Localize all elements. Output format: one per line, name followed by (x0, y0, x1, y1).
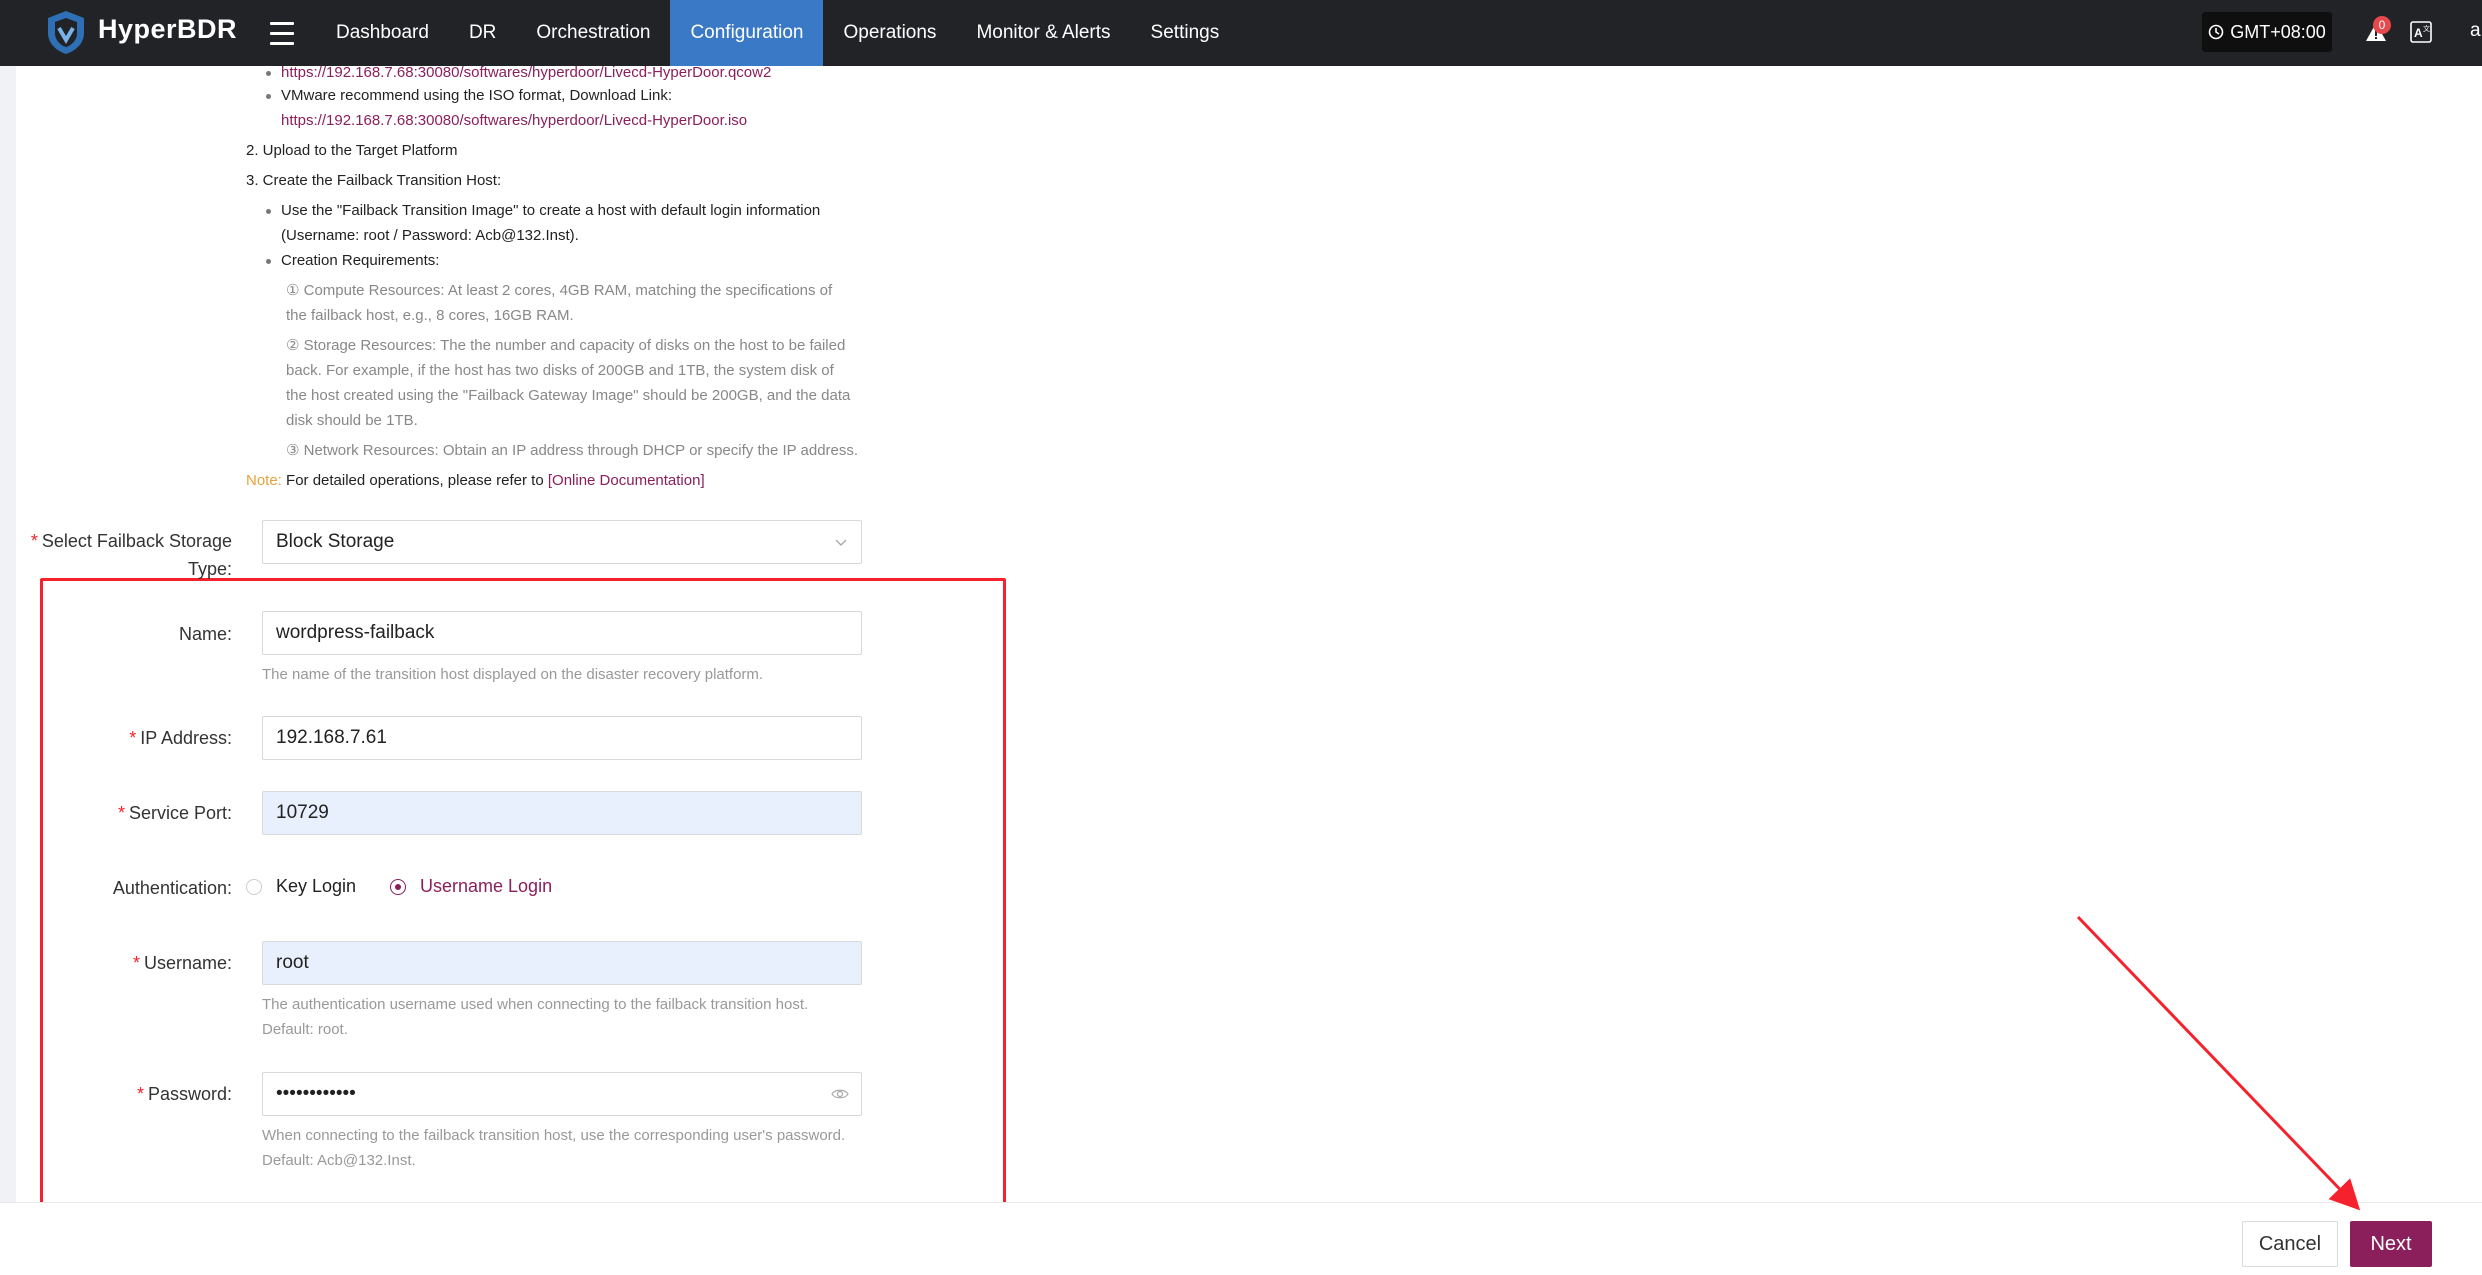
hyperbdr-logo-icon[interactable] (44, 9, 88, 55)
iso-download-link[interactable]: https://192.168.7.68:30080/softwares/hyp… (281, 112, 747, 129)
service-port-value: 10729 (276, 802, 329, 823)
service-port-input[interactable]: 10729 (262, 791, 862, 835)
ip-address-input[interactable]: 192.168.7.61 (262, 716, 862, 760)
radio-key-login-label: Key Login (276, 876, 357, 896)
password-input[interactable]: •••••••••••• (262, 1072, 862, 1116)
username-hint-1: The authentication username used when co… (262, 996, 809, 1013)
nav-dashboard[interactable]: Dashboard (316, 0, 449, 66)
timezone-label: GMT+08:00 (2230, 21, 2326, 42)
radio-key-login-circle[interactable] (246, 878, 262, 895)
authentication-label: Authentication: (112, 878, 232, 898)
top-nav-bar: HyperBDR Dashboard DR Orchestration Conf… (0, 0, 2482, 66)
bullet-image-credentials: (Username: root / Password: Acb@132.Inst… (281, 227, 579, 244)
nav-orchestration[interactable]: Orchestration (516, 0, 670, 66)
cancel-button[interactable]: Cancel (2242, 1221, 2338, 1267)
svg-text:A: A (2414, 26, 2423, 40)
eye-icon[interactable] (831, 1086, 849, 1102)
content-panel: https://192.168.7.68:30080/softwares/hyp… (16, 66, 2482, 1202)
svg-text:文: 文 (2423, 24, 2430, 33)
req-storage-line-3: the host created using the "Failback Gat… (286, 387, 851, 404)
req-compute-line-2: the failback host, e.g., 8 cores, 16GB R… (286, 307, 574, 324)
language-icon[interactable]: A 文 (2410, 21, 2432, 43)
bullet-image-info: Use the "Failback Transition Image" to c… (246, 198, 886, 223)
req-storage-line-4: disk should be 1TB. (286, 412, 418, 429)
req-storage-line-1: ② Storage Resources: The the number and … (286, 337, 846, 354)
clock-icon (2208, 24, 2224, 40)
radio-key-login[interactable]: Key Login (246, 876, 356, 897)
brand-name: HyperBDR (98, 14, 238, 44)
radio-username-login[interactable]: Username Login (390, 876, 552, 897)
password-label: * Password: (136, 1084, 232, 1104)
name-input[interactable]: wordpress-failback (262, 611, 862, 655)
online-documentation-link[interactable]: [Online Documentation] (548, 472, 705, 489)
main-nav: Dashboard DR Orchestration Configuration… (316, 0, 1239, 66)
alert-count-badge: 0 (2373, 16, 2391, 34)
username-value: root (276, 952, 309, 973)
note-label: Note: (246, 472, 282, 489)
ip-address-value: 192.168.7.61 (276, 727, 387, 748)
storage-type-value: Block Storage (276, 531, 395, 552)
username-label: * Username: (132, 953, 232, 973)
note-text: For detailed operations, please refer to (281, 472, 548, 489)
req-compute-line-1: ① Compute Resources: At least 2 cores, 4… (286, 282, 833, 299)
user-menu[interactable]: a (2470, 20, 2481, 42)
req-storage-line-2: back. For example, if the host has two d… (286, 362, 834, 379)
bullet-creation-requirements: Creation Requirements: (246, 248, 886, 273)
menu-toggle-icon[interactable] (270, 18, 294, 48)
note-line: Note: For detailed operations, please re… (246, 468, 886, 493)
req-network-line: ③ Network Resources: Obtain an IP addres… (286, 442, 859, 459)
nav-dr[interactable]: DR (449, 0, 516, 66)
radio-username-login-circle[interactable] (390, 878, 406, 895)
ip-address-label: * IP Address: (129, 728, 232, 748)
vmware-instruction: VMware recommend using the ISO format, D… (246, 83, 886, 108)
nav-settings[interactable]: Settings (1131, 0, 1240, 66)
name-label: Name: (178, 624, 232, 644)
instructions-content: VMware recommend using the ISO format, D… (246, 83, 886, 493)
name-hint: The name of the transition host displaye… (262, 666, 764, 683)
step-3-text: 3. Create the Failback Transition Host: (246, 172, 502, 189)
radio-username-login-label: Username Login (420, 876, 553, 896)
username-hint-2: Default: root. (262, 1021, 348, 1038)
username-input[interactable]: root (262, 941, 862, 985)
password-hint-2: Default: Acb@132.Inst. (262, 1152, 416, 1169)
nav-configuration[interactable]: Configuration (670, 0, 824, 66)
storage-type-label: * Select Failback Storage Type: (30, 531, 232, 579)
name-value: wordpress-failback (276, 622, 435, 643)
password-hint-1: When connecting to the failback transiti… (262, 1127, 846, 1144)
password-value: •••••••••••• (276, 1083, 356, 1104)
next-button[interactable]: Next (2350, 1221, 2432, 1267)
storage-type-select[interactable]: Block Storage (262, 520, 862, 564)
chevron-down-icon (835, 539, 847, 546)
nav-operations[interactable]: Operations (823, 0, 956, 66)
footer-action-bar: Cancel Next (0, 1202, 2482, 1275)
nav-monitor-alerts[interactable]: Monitor & Alerts (956, 0, 1130, 66)
service-port-label: * Service Port: (117, 803, 232, 823)
step-2-text: 2. Upload to the Target Platform (246, 142, 458, 159)
timezone-button[interactable]: GMT+08:00 (2202, 12, 2332, 52)
